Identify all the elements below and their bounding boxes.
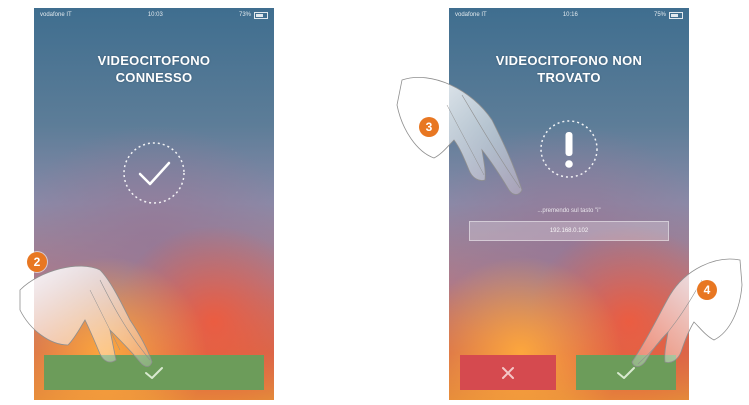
status-bar: vodafone IT 10:16 75%: [449, 8, 689, 22]
screen-title: VIDEOCITOFONO NON TROVATO: [495, 53, 643, 85]
checkmark-icon: [145, 366, 163, 379]
battery-icon: [254, 11, 268, 19]
callout-step-2: 2: [27, 252, 47, 272]
phone-screen-not-found: vodafone IT 10:16 75% VIDEOCITOFONO NON …: [449, 8, 689, 400]
clock: 10:16: [562, 12, 578, 18]
battery-percent: 73%: [238, 12, 251, 18]
ip-address-field[interactable]: 192.168.0.102: [469, 221, 669, 241]
confirm-button[interactable]: [44, 355, 264, 390]
phone-screen-connected: vodafone IT 10:03 73% VIDEOCITOFONO CONN…: [34, 8, 274, 400]
callout-step-3: 3: [419, 117, 439, 137]
carrier-label: vodafone IT: [455, 12, 487, 18]
carrier-label: vodafone IT: [40, 12, 72, 18]
cancel-button[interactable]: [460, 355, 556, 390]
screen-title: VIDEOCITOFONO CONNESSO: [97, 53, 211, 85]
confirm-button[interactable]: [576, 355, 676, 390]
checkmark-icon: [617, 366, 635, 379]
battery-icon: [669, 11, 683, 19]
battery-percent: 75%: [653, 12, 666, 18]
close-icon: [502, 366, 514, 379]
status-bar: vodafone IT 10:03 73%: [34, 8, 274, 22]
clock: 10:03: [147, 12, 163, 18]
checkmark-icon: [123, 142, 185, 204]
instruction-text: ...premendo sul tasto "i": [537, 208, 601, 214]
callout-step-4: 4: [697, 280, 717, 300]
exclamation-icon: [540, 120, 598, 178]
